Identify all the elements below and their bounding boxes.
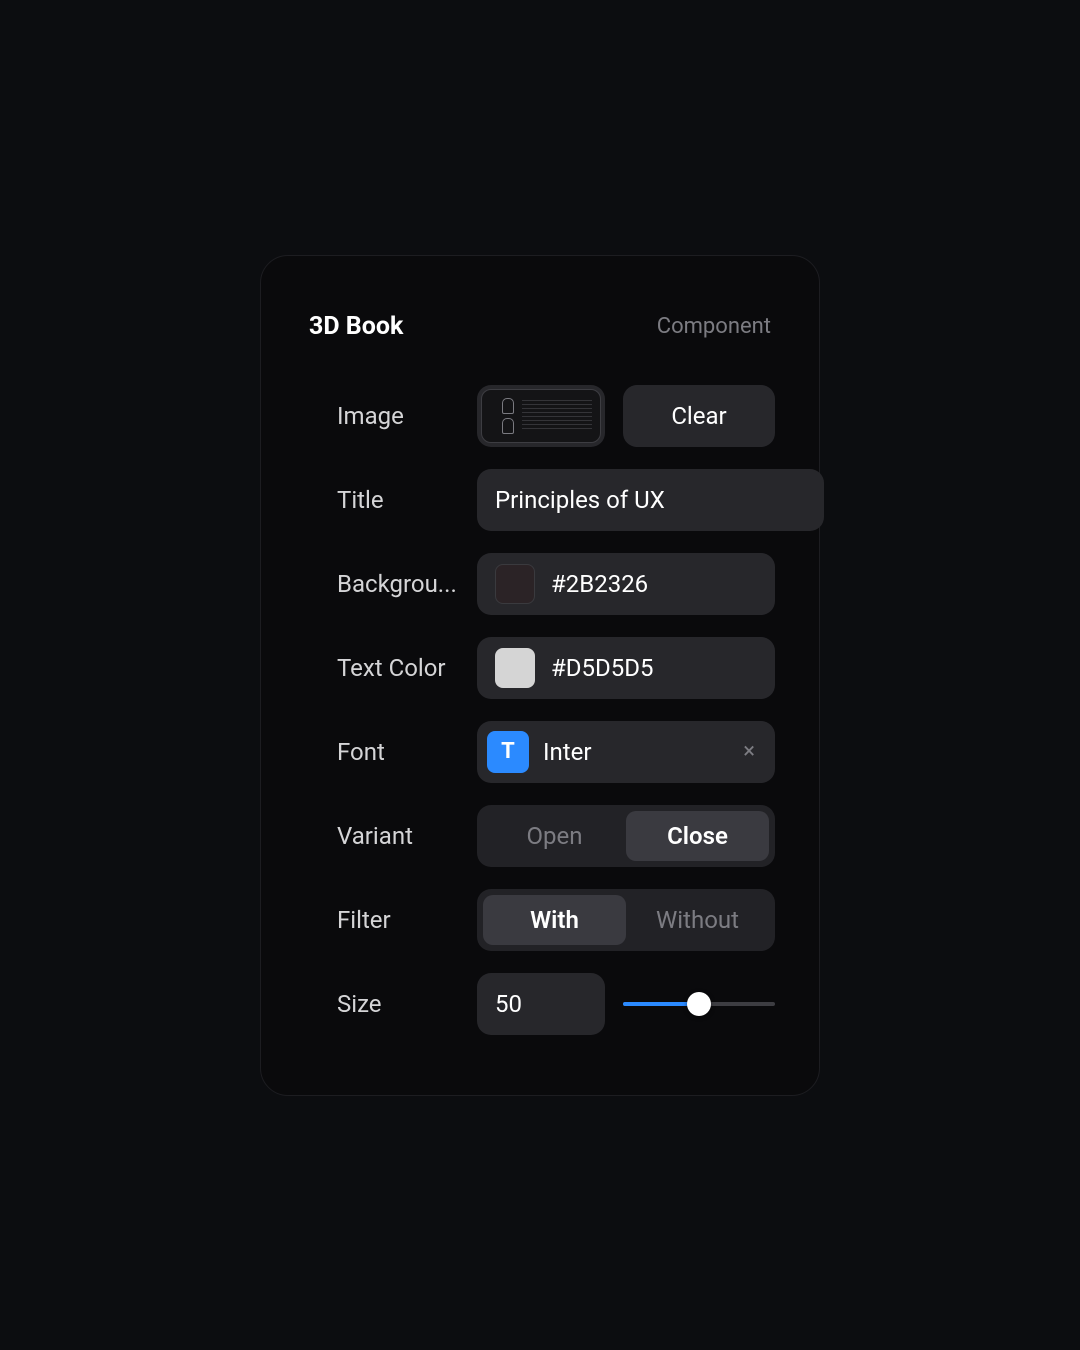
row-title: Title — [305, 469, 775, 531]
label-size: Size — [305, 990, 477, 1018]
panel-title: 3D Book — [309, 312, 403, 341]
control-title — [477, 469, 824, 531]
font-name: Inter — [543, 738, 723, 766]
textcolor-field[interactable]: #D5D5D5 — [477, 637, 775, 699]
textcolor-swatch — [495, 648, 535, 688]
row-background: Backgrou... #2B2326 — [305, 553, 775, 615]
control-background: #2B2326 — [477, 553, 775, 615]
row-filter: Filter With Without — [305, 889, 775, 951]
row-variant: Variant Open Close — [305, 805, 775, 867]
background-color-field[interactable]: #2B2326 — [477, 553, 775, 615]
background-value: #2B2326 — [551, 570, 648, 598]
variant-close-button[interactable]: Close — [626, 811, 769, 861]
label-filter: Filter — [305, 906, 477, 934]
label-background: Backgrou... — [305, 570, 477, 598]
font-type-icon: T — [487, 731, 529, 773]
textcolor-value: #D5D5D5 — [551, 654, 654, 682]
filter-with-button[interactable]: With — [483, 895, 626, 945]
label-image: Image — [305, 402, 477, 430]
panel-header: 3D Book Component — [305, 312, 775, 341]
component-panel: 3D Book Component Image Clear Title Back… — [260, 255, 820, 1096]
label-variant: Variant — [305, 822, 477, 850]
filter-segment: With Without — [477, 889, 775, 951]
image-thumbnail[interactable] — [477, 385, 605, 447]
filter-without-button[interactable]: Without — [626, 895, 769, 945]
control-font: T Inter × — [477, 721, 775, 783]
row-size: Size 50 — [305, 973, 775, 1035]
clear-image-button[interactable]: Clear — [623, 385, 775, 447]
background-swatch — [495, 564, 535, 604]
control-variant: Open Close — [477, 805, 775, 867]
variant-open-button[interactable]: Open — [483, 811, 626, 861]
slider-thumb[interactable] — [687, 992, 711, 1016]
size-value-field[interactable]: 50 — [477, 973, 605, 1035]
control-size: 50 — [477, 973, 775, 1035]
size-value: 50 — [495, 990, 522, 1018]
label-textcolor: Text Color — [305, 654, 477, 682]
panel-type-label: Component — [657, 314, 771, 339]
image-thumbnail-preview — [481, 389, 601, 443]
font-field[interactable]: T Inter × — [477, 721, 775, 783]
label-font: Font — [305, 738, 477, 766]
row-image: Image Clear — [305, 385, 775, 447]
size-slider[interactable] — [623, 973, 775, 1035]
control-image: Clear — [477, 385, 775, 447]
row-font: Font T Inter × — [305, 721, 775, 783]
control-textcolor: #D5D5D5 — [477, 637, 775, 699]
variant-segment: Open Close — [477, 805, 775, 867]
title-input[interactable] — [477, 469, 824, 531]
font-clear-icon[interactable]: × — [737, 735, 761, 768]
control-filter: With Without — [477, 889, 775, 951]
row-textcolor: Text Color #D5D5D5 — [305, 637, 775, 699]
label-title: Title — [305, 486, 477, 514]
